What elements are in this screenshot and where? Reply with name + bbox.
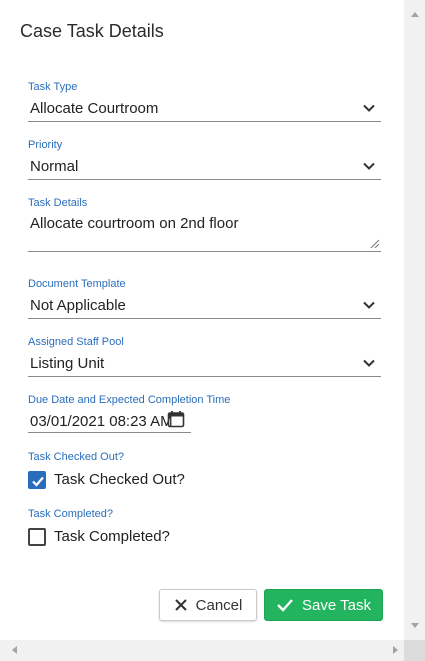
task-checked-out-checkbox[interactable]: Task Checked Out? bbox=[28, 470, 381, 492]
task-completed-field: Task Completed? Task Completed? bbox=[28, 508, 381, 549]
task-completed-label: Task Completed? bbox=[28, 508, 113, 520]
due-date-label: Due Date and Expected Completion Time bbox=[28, 394, 231, 406]
assigned-staff-pool-value: Listing Unit bbox=[30, 355, 105, 372]
checkbox-unchecked-icon[interactable] bbox=[28, 528, 46, 546]
checkbox-checked-icon[interactable] bbox=[28, 471, 46, 489]
close-icon bbox=[174, 599, 187, 611]
scroll-up-arrow-icon[interactable] bbox=[411, 12, 419, 17]
horizontal-scrollbar[interactable] bbox=[0, 640, 425, 661]
due-date-value: 03/01/2021 08:23 AM bbox=[30, 413, 173, 430]
assigned-staff-pool-field: Assigned Staff Pool Listing Unit bbox=[28, 336, 381, 377]
cancel-button[interactable]: Cancel bbox=[159, 589, 257, 621]
assigned-staff-pool-label: Assigned Staff Pool bbox=[28, 336, 124, 348]
chevron-down-icon bbox=[363, 162, 375, 170]
task-checked-out-checkbox-label: Task Checked Out? bbox=[54, 471, 185, 488]
scroll-left-arrow-icon[interactable] bbox=[12, 646, 17, 654]
check-icon bbox=[277, 599, 293, 612]
document-template-label: Document Template bbox=[28, 278, 126, 290]
due-date-input[interactable]: 03/01/2021 08:23 AM bbox=[28, 410, 191, 433]
chevron-down-icon bbox=[363, 359, 375, 367]
scroll-right-arrow-icon[interactable] bbox=[393, 646, 398, 654]
priority-select[interactable]: Normal bbox=[28, 155, 381, 180]
task-details-textarea[interactable]: Allocate courtroom on 2nd floor bbox=[28, 213, 381, 252]
task-type-select[interactable]: Allocate Courtroom bbox=[28, 97, 381, 122]
vertical-scrollbar[interactable] bbox=[404, 0, 425, 640]
save-task-button-label: Save Task bbox=[302, 596, 371, 614]
task-type-value: Allocate Courtroom bbox=[30, 100, 159, 117]
priority-field: Priority Normal bbox=[28, 139, 381, 180]
chevron-down-icon bbox=[363, 104, 375, 112]
case-task-dialog: Case Task Details Task Type Allocate Cou… bbox=[0, 0, 404, 640]
task-type-field: Task Type Allocate Courtroom bbox=[28, 81, 381, 122]
assigned-staff-pool-select[interactable]: Listing Unit bbox=[28, 352, 381, 377]
task-details-value: Allocate courtroom on 2nd floor bbox=[30, 215, 239, 232]
save-task-button[interactable]: Save Task bbox=[264, 589, 383, 621]
priority-label: Priority bbox=[28, 139, 63, 151]
due-date-field: Due Date and Expected Completion Time 03… bbox=[28, 394, 381, 433]
scrollbar-corner bbox=[404, 640, 425, 661]
document-template-field: Document Template Not Applicable bbox=[28, 278, 381, 319]
task-completed-checkbox-label: Task Completed? bbox=[54, 528, 170, 545]
task-checked-out-label: Task Checked Out? bbox=[28, 451, 124, 463]
calendar-icon[interactable] bbox=[167, 410, 185, 428]
task-completed-checkbox[interactable]: Task Completed? bbox=[28, 527, 381, 549]
scroll-down-arrow-icon[interactable] bbox=[411, 623, 419, 628]
task-details-field: Task Details Allocate courtroom on 2nd f… bbox=[28, 197, 381, 252]
dialog-title: Case Task Details bbox=[20, 21, 164, 41]
task-checked-out-field: Task Checked Out? Task Checked Out? bbox=[28, 451, 381, 492]
document-template-select[interactable]: Not Applicable bbox=[28, 294, 381, 319]
task-type-label: Task Type bbox=[28, 81, 78, 93]
cancel-button-label: Cancel bbox=[195, 596, 243, 614]
chevron-down-icon bbox=[363, 301, 375, 309]
task-details-label: Task Details bbox=[28, 197, 88, 209]
document-template-value: Not Applicable bbox=[30, 297, 126, 314]
priority-value: Normal bbox=[30, 158, 79, 175]
resize-handle-icon[interactable] bbox=[370, 239, 380, 249]
